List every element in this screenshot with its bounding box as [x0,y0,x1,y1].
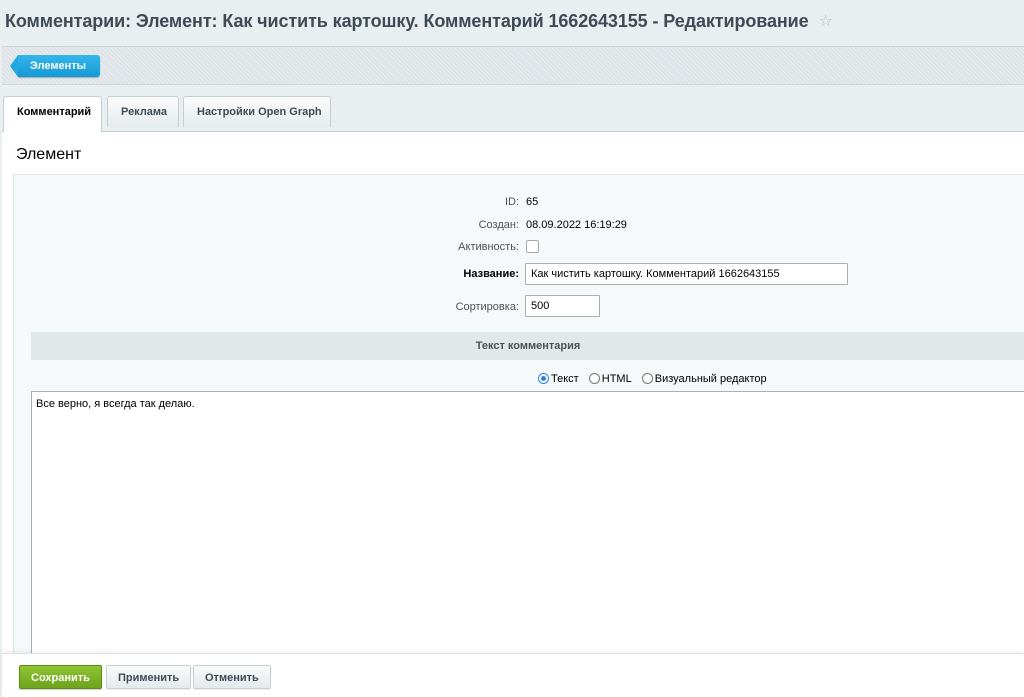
radio-visual[interactable] [641,373,653,384]
active-row: Активность: [14,241,519,255]
radio-text[interactable] [538,373,549,384]
sort-label: Сортировка: [455,301,519,313]
id-row: ID: [14,196,519,210]
sort-row: Сортировка: [14,301,519,315]
tab-comment[interactable]: Комментарий [3,96,102,132]
format-option-visual-label: Визуальный редактор [654,373,767,385]
format-option-text[interactable]: Текст [538,373,579,385]
active-checkbox[interactable] [526,240,539,253]
format-radio-group: Текст HTML Визуальный редактор [538,373,774,385]
name-row: Название: [14,268,519,282]
page-title: Комментарии: Элемент: Как чистить картош… [5,11,833,32]
comment-heading: Текст комментария [31,332,1024,360]
page-title-text: Комментарии: Элемент: Как чистить картош… [5,11,809,31]
format-option-html-label: HTML [601,373,632,385]
cancel-button[interactable]: Отменить [193,665,271,689]
name-input[interactable]: Как чистить картошку. Комментарий 166264… [525,263,848,285]
tab-advertising[interactable]: Реклама [107,96,179,127]
id-label: ID: [504,196,519,208]
radio-html[interactable] [588,373,600,384]
back-to-elements-button[interactable]: Элементы [9,55,101,77]
format-option-text-label: Текст [551,373,579,385]
format-option-html[interactable]: HTML [588,373,632,385]
tab-open-graph[interactable]: Настройки Open Graph [183,96,331,127]
section-title: Элемент [16,146,82,163]
active-label: Активность: [458,241,519,253]
star-icon[interactable]: ☆ [819,11,833,31]
edit-panel: Элемент ID: 65 Создан: 08.09.2022 16:19:… [2,131,1024,655]
created-row: Создан: [14,219,519,233]
format-option-visual[interactable]: Визуальный редактор [641,373,767,385]
form-area: ID: 65 Создан: 08.09.2022 16:19:29 Актив… [13,174,1024,655]
save-button[interactable]: Сохранить [19,665,102,689]
context-toolbar: Элементы [2,46,1024,85]
id-value: 65 [526,196,539,208]
created-value: 08.09.2022 16:19:29 [526,219,627,231]
sort-input[interactable]: 500 [525,295,600,317]
comment-textarea[interactable]: Все верно, я всегда так делаю. [31,391,1024,655]
name-label: Название: [463,268,519,280]
apply-button[interactable]: Применить [106,665,192,689]
created-label: Создан: [478,219,519,231]
button-bar: Сохранить Применить Отменить [2,653,1024,697]
